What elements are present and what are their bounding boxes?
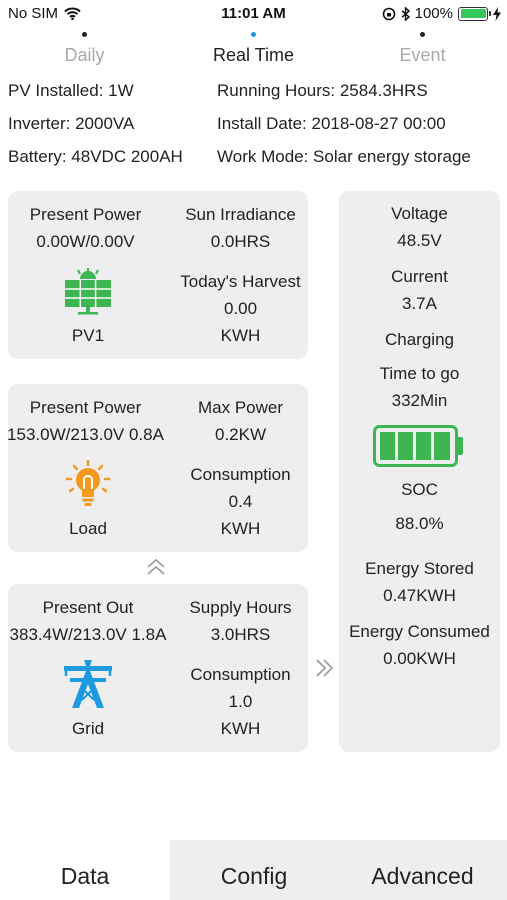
soc-value: 88.0% — [395, 514, 444, 533]
sun-irradiance-label: Sun Irradiance — [185, 205, 296, 224]
work-mode-text: Work Mode: Solar energy storage — [217, 147, 471, 166]
load-present-power-value: 153.0W/213.0V 0.8A — [7, 425, 164, 444]
pv-name: PV1 — [71, 326, 105, 345]
time-to-go-value: 332Min — [391, 391, 448, 410]
top-tabs: Daily Real Time Event — [0, 28, 507, 72]
charging-bolt-icon — [493, 6, 501, 21]
status-right: 100% — [382, 5, 501, 22]
bottom-tab-label: Advanced — [371, 863, 474, 889]
grid-consumption-unit: KWH — [220, 719, 261, 738]
load-consumption-value: 0.4 — [228, 492, 253, 511]
time-to-go-label: Time to go — [379, 364, 460, 383]
tab-label: Event — [399, 45, 446, 65]
tab-daily[interactable]: Daily — [0, 28, 169, 72]
bottom-tab-bar: Data Config Advanced — [0, 840, 507, 900]
battery-card[interactable]: Voltage 48.5V Current 3.7A Charging Time… — [339, 191, 500, 752]
solar-panel-icon — [62, 267, 114, 315]
status-battery-icon — [458, 6, 491, 21]
pv-present-power-value: 0.00W/0.00V — [36, 232, 135, 251]
load-card[interactable]: Present Power 153.0W/213.0V 0.8A Max Pow… — [7, 384, 308, 552]
grid-consumption-value: 1.0 — [228, 692, 253, 711]
tab-real-time[interactable]: Real Time — [169, 28, 338, 72]
tab-event[interactable]: Event — [338, 28, 507, 72]
soc-label: SOC — [401, 480, 438, 499]
bottom-tab-label: Data — [60, 863, 110, 889]
tab-config[interactable]: Config — [170, 840, 338, 900]
voltage-label: Voltage — [391, 204, 448, 223]
grid-present-out-label: Present Out — [42, 598, 134, 617]
tab-label: Real Time — [212, 45, 295, 65]
max-power-label: Max Power — [197, 398, 284, 417]
grid-card[interactable]: Present Out 383.4W/213.0V 1.8A Supply Ho… — [8, 584, 308, 752]
tab-indicator-dot — [251, 32, 256, 37]
double-chevron-up-icon — [145, 557, 167, 577]
grid-present-out-value: 383.4W/213.0V 1.8A — [9, 625, 167, 644]
todays-harvest-label: Today's Harvest — [180, 272, 301, 291]
install-date-text: Install Date: 2018-08-27 00:00 — [217, 114, 446, 133]
energy-consumed-label: Energy Consumed — [349, 622, 490, 641]
energy-stored-value: 0.47KWH — [383, 586, 456, 605]
running-hours-text: Running Hours: 2584.3HRS — [217, 81, 428, 100]
todays-harvest-value: 0.00 — [223, 299, 258, 318]
status-bar: No SIM 11:01 AM 100% — [0, 0, 507, 28]
battery-spec-text: Battery: 48VDC 200AH — [8, 147, 183, 166]
max-power-value: 0.2KW — [214, 425, 267, 444]
light-bulb-icon — [62, 460, 114, 508]
supply-hours-label: Supply Hours — [189, 598, 292, 617]
power-tower-icon — [62, 658, 114, 710]
voltage-value: 48.5V — [397, 231, 442, 250]
orientation-lock-icon — [382, 7, 396, 21]
tab-data[interactable]: Data — [0, 840, 170, 900]
battery-percent: 100% — [414, 5, 453, 22]
double-chevron-right-icon — [313, 657, 335, 679]
supply-hours-value: 3.0HRS — [210, 625, 271, 644]
tab-indicator-dot — [82, 32, 87, 37]
load-consumption-unit: KWH — [220, 519, 261, 538]
grid-consumption-label: Consumption — [190, 665, 291, 684]
tab-label: Daily — [64, 45, 105, 65]
inverter-text: Inverter: 2000VA — [8, 114, 135, 133]
tab-indicator-dot — [420, 32, 425, 37]
current-label: Current — [391, 267, 448, 286]
tab-advanced[interactable]: Advanced — [338, 840, 507, 900]
bluetooth-icon — [401, 6, 410, 21]
load-present-power-label: Present Power — [29, 398, 142, 417]
todays-harvest-unit: KWH — [220, 326, 261, 345]
bottom-tab-label: Config — [220, 863, 288, 889]
battery-state: Charging — [385, 330, 454, 349]
load-consumption-label: Consumption — [190, 465, 291, 484]
pv-installed-text: PV Installed: 1W — [8, 81, 134, 100]
grid-name: Grid — [71, 719, 105, 738]
sun-irradiance-value: 0.0HRS — [210, 232, 271, 251]
battery-icon — [373, 425, 465, 467]
energy-consumed-value: 0.00KWH — [383, 649, 456, 668]
energy-stored-label: Energy Stored — [365, 559, 474, 578]
pv-present-power-label: Present Power — [29, 205, 142, 224]
current-value: 3.7A — [402, 294, 437, 313]
load-name: Load — [69, 519, 107, 538]
pv-card[interactable]: Present Power 0.00W/0.00V Sun Irradiance… — [8, 191, 308, 359]
